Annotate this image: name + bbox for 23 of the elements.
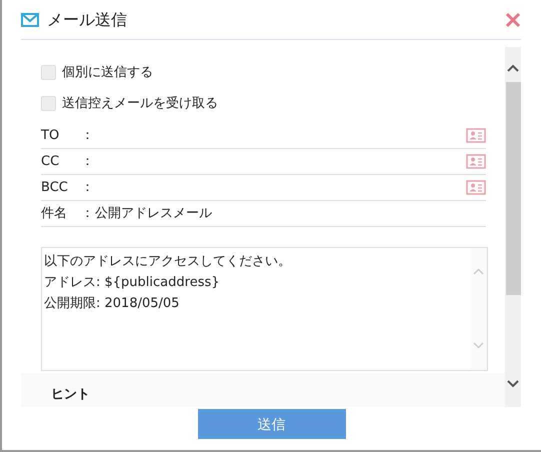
field-label: 件名 (41, 204, 68, 223)
checkbox-label[interactable]: 送信控えメールを受け取る (62, 94, 218, 114)
field-separator: ： (81, 178, 95, 197)
contact-card-icon[interactable] (466, 180, 486, 195)
window-title: メール送信 (47, 8, 127, 30)
field-value[interactable]: 公開アドレスメール (95, 204, 486, 224)
scroll-up-icon[interactable] (507, 64, 519, 72)
field-label: TO (41, 126, 60, 145)
close-icon[interactable] (505, 12, 521, 28)
field-label: CC (41, 152, 60, 171)
contact-card-icon[interactable] (466, 154, 486, 169)
contact-card-icon[interactable] (466, 128, 486, 143)
scroll-down-icon[interactable] (507, 380, 519, 388)
field-separator: ： (81, 152, 95, 171)
scrollbar-thumb[interactable] (506, 82, 520, 295)
field-separator: ： (81, 204, 95, 223)
checkbox[interactable] (41, 96, 56, 111)
scrollbar[interactable] (505, 47, 521, 407)
mail-icon (21, 12, 39, 26)
checkbox[interactable] (41, 65, 56, 80)
field-label: BCC (41, 178, 69, 197)
checkbox-label[interactable]: 個別に送信する (62, 62, 153, 82)
field-separator: ： (81, 126, 95, 145)
